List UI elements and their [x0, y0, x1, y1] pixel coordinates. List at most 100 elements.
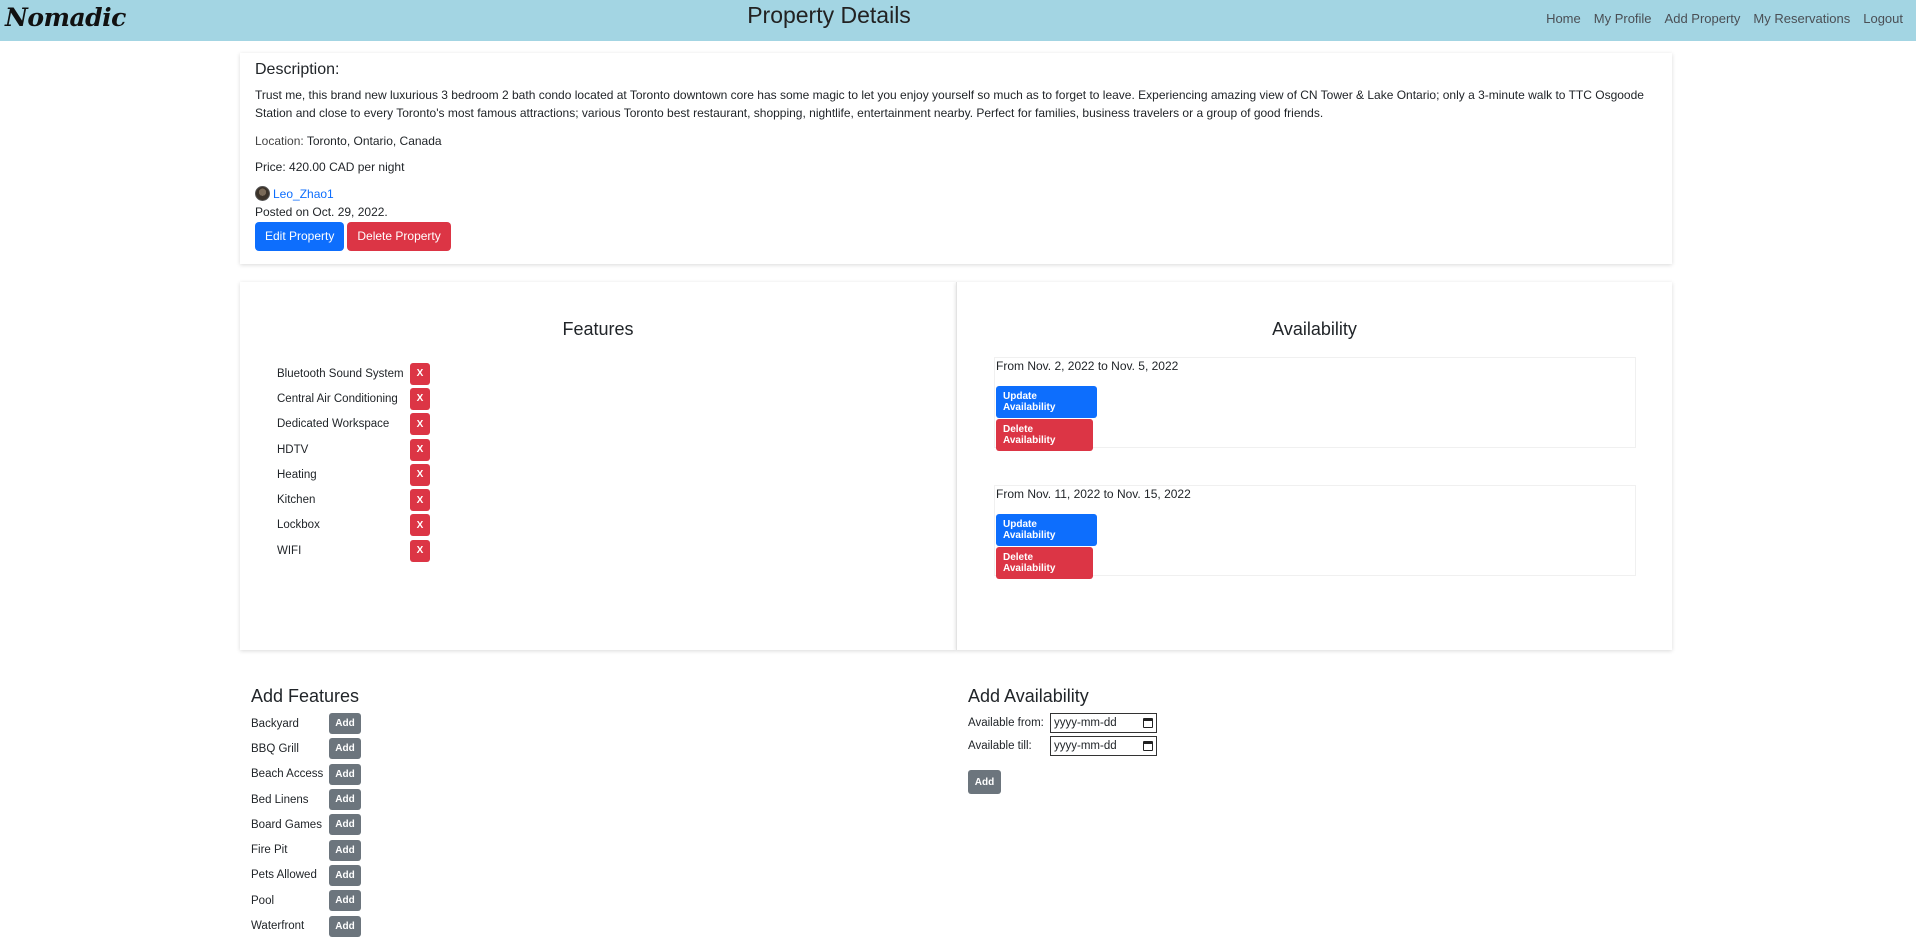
property-actions: Edit Property Delete Property [255, 222, 1657, 251]
feature-item: WIFI X [277, 538, 430, 563]
remove-feature-button[interactable]: X [410, 413, 430, 436]
availability-title: Availability [1272, 319, 1357, 339]
add-feature-item: Beach Access Add [251, 762, 361, 787]
add-feature-item: Pool Add [251, 888, 361, 913]
price-label: Price: [255, 160, 286, 174]
add-feature-button[interactable]: Add [329, 890, 361, 912]
page-title: Property Details [747, 2, 911, 28]
add-feature-item: Waterfront Add [251, 913, 361, 938]
add-availability-title: Add Availability [968, 686, 1089, 706]
add-feature-item: Bed Linens Add [251, 787, 361, 812]
calendar-icon[interactable] [1143, 717, 1153, 728]
availability-range: From Nov. 11, 2022 to Nov. 15, 2022 [996, 487, 1191, 501]
remove-feature-button[interactable]: X [410, 362, 430, 385]
description-text: Trust me, this brand new luxurious 3 bed… [255, 88, 1644, 120]
host-link[interactable]: Leo_Zhao1 [273, 187, 334, 201]
availability-item: From Nov. 2, 2022 to Nov. 5, 2022 Update… [994, 357, 1636, 451]
features-panel: Features Bluetooth Sound System X Centra… [240, 282, 956, 650]
add-features-section: Add Features Backyard Add BBQ Grill Add … [251, 686, 361, 939]
calendar-icon[interactable] [1143, 740, 1153, 751]
add-feature-item: Board Games Add [251, 812, 361, 837]
add-feature-name: Backyard [251, 717, 299, 730]
feature-name: HDTV [277, 443, 309, 456]
feature-item: Kitchen X [277, 487, 430, 512]
add-feature-list: Backyard Add BBQ Grill Add Beach Access … [251, 711, 361, 939]
nav-link-add-property[interactable]: Add Property [1665, 11, 1741, 26]
add-feature-button[interactable]: Add [329, 915, 361, 937]
add-feature-item: Pets Allowed Add [251, 863, 361, 888]
feature-name: Kitchen [277, 494, 316, 507]
remove-feature-button[interactable]: X [410, 438, 430, 461]
date-placeholder: yyyy-mm-dd [1054, 739, 1117, 752]
delete-availability-button[interactable]: Delete Availability [996, 419, 1093, 451]
avatar [255, 186, 270, 201]
add-feature-button[interactable]: Add [329, 839, 361, 861]
add-feature-button[interactable]: Add [329, 763, 361, 785]
feature-item: Dedicated Workspace X [277, 412, 430, 437]
price-value: 420.00 CAD per night [289, 160, 405, 174]
add-feature-name: Board Games [251, 818, 322, 831]
feature-name: WIFI [277, 544, 302, 557]
feature-name: Lockbox [277, 519, 320, 532]
update-availability-button[interactable]: Update Availability [996, 386, 1097, 418]
nav-link-my-profile[interactable]: My Profile [1594, 11, 1652, 26]
host-row: Leo_Zhao1 [255, 186, 1657, 201]
add-feature-name: Bed Linens [251, 793, 309, 806]
nav-link-my-reservations[interactable]: My Reservations [1753, 11, 1850, 26]
add-feature-item: Backyard Add [251, 711, 361, 736]
add-feature-button[interactable]: Add [329, 789, 361, 811]
remove-feature-button[interactable]: X [410, 539, 430, 562]
add-feature-name: Waterfront [251, 920, 305, 933]
add-feature-item: BBQ Grill Add [251, 736, 361, 761]
available-till-row: Available till: yyyy-mm-dd [968, 734, 1157, 757]
feature-name: Bluetooth Sound System [277, 367, 404, 380]
add-feature-name: BBQ Grill [251, 742, 299, 755]
add-feature-name: Beach Access [251, 768, 324, 781]
navbar: Nomadic Property Details Home My Profile… [0, 0, 1916, 41]
add-feature-item: Fire Pit Add [251, 837, 361, 862]
feature-item: Lockbox X [277, 513, 430, 538]
available-till-label: Available till: [968, 739, 1032, 752]
feature-item: HDTV X [277, 437, 430, 462]
add-feature-button[interactable]: Add [329, 864, 361, 886]
add-feature-name: Fire Pit [251, 844, 288, 857]
delete-property-button[interactable]: Delete Property [347, 222, 451, 251]
date-placeholder: yyyy-mm-dd [1054, 716, 1117, 729]
price-line: Price: 420.00 CAD per night [255, 160, 1657, 174]
location-line: Location: Toronto, Ontario, Canada [255, 134, 1657, 148]
available-from-label: Available from: [968, 716, 1044, 729]
add-availability-button[interactable]: Add [968, 770, 1001, 794]
property-description-card: Description: Trust me, this brand new lu… [240, 53, 1672, 264]
add-feature-button[interactable]: Add [329, 738, 361, 760]
feature-list: Bluetooth Sound System X Central Air Con… [277, 361, 430, 563]
add-feature-button[interactable]: Add [329, 713, 361, 735]
feature-item: Heating X [277, 462, 430, 487]
remove-feature-button[interactable]: X [410, 463, 430, 486]
available-from-input[interactable]: yyyy-mm-dd [1050, 712, 1157, 733]
feature-item: Bluetooth Sound System X [277, 361, 430, 386]
location-value: Toronto, Ontario, Canada [306, 134, 442, 148]
availability-panel: Availability From Nov. 2, 2022 to Nov. 5… [956, 282, 1672, 650]
posted-date: Posted on Oct. 29, 2022. [255, 205, 388, 219]
nav-link-home[interactable]: Home [1546, 11, 1581, 26]
feature-name: Dedicated Workspace [277, 418, 390, 431]
remove-feature-button[interactable]: X [410, 387, 430, 410]
availability-item: From Nov. 11, 2022 to Nov. 15, 2022 Upda… [994, 485, 1636, 579]
nav-links: Home My Profile Add Property My Reservat… [1546, 11, 1903, 26]
add-feature-name: Pool [251, 894, 275, 907]
available-till-input[interactable]: yyyy-mm-dd [1050, 735, 1157, 756]
features-title: Features [562, 319, 634, 339]
add-feature-button[interactable]: Add [329, 814, 361, 836]
feature-item: Central Air Conditioning X [277, 386, 430, 411]
add-feature-name: Pets Allowed [251, 869, 317, 882]
remove-feature-button[interactable]: X [410, 514, 430, 537]
remove-feature-button[interactable]: X [410, 489, 430, 512]
description-heading: Description: [255, 61, 340, 78]
add-availability-section: Add Availability Available from: yyyy-mm… [968, 686, 1157, 794]
delete-availability-button[interactable]: Delete Availability [996, 547, 1093, 579]
available-from-row: Available from: yyyy-mm-dd [968, 711, 1157, 734]
update-availability-button[interactable]: Update Availability [996, 514, 1097, 546]
location-label: Location: [255, 134, 304, 148]
nav-link-logout[interactable]: Logout [1863, 11, 1903, 26]
edit-property-button[interactable]: Edit Property [255, 222, 345, 251]
